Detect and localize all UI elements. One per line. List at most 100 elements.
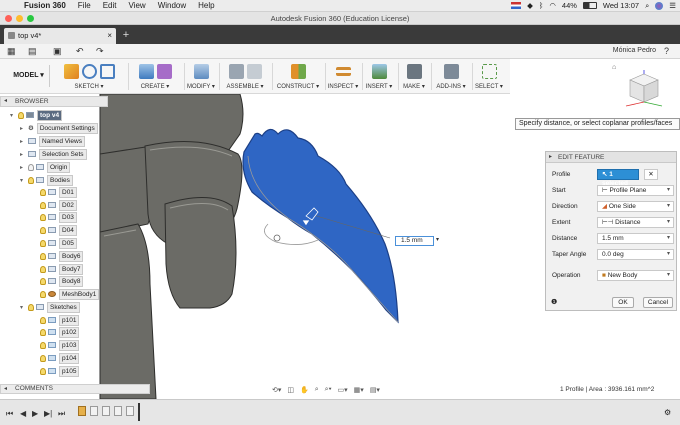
joint-icon[interactable] <box>246 63 262 79</box>
spotlight-icon[interactable]: ⌕ <box>645 1 649 11</box>
direction-select[interactable]: ◢ One Side ▾ <box>597 201 674 212</box>
press-pull-icon[interactable] <box>193 63 209 79</box>
offset-plane-icon[interactable] <box>290 63 306 79</box>
visibility-bulb-icon[interactable] <box>40 252 46 260</box>
zoom-icon[interactable]: ⌕ <box>315 386 319 394</box>
timeline-settings-icon[interactable]: ⚙ <box>664 408 671 417</box>
browser-header[interactable]: ◂ BROWSER <box>0 96 108 107</box>
visibility-bulb-icon[interactable] <box>40 201 46 209</box>
comments-panel[interactable]: ◂ COMMENTS <box>0 384 150 394</box>
look-at-icon[interactable]: ◫ <box>287 386 294 394</box>
timeline-previous-icon[interactable]: ◀ <box>20 409 26 418</box>
tree-document-settings[interactable]: ▸ ⚙ Document Settings <box>20 123 98 134</box>
inspect-group[interactable]: INSPECT ▾ <box>326 61 360 92</box>
redo-icon[interactable]: ↷ <box>96 46 104 57</box>
select-group[interactable]: SELECT ▾ <box>474 61 504 92</box>
orbit-icon[interactable]: ⟲▾ <box>272 386 281 394</box>
visibility-bulb-icon[interactable] <box>40 188 46 196</box>
taper-input[interactable]: 0.0 deg ▾ <box>597 249 674 260</box>
timeline-marker[interactable] <box>138 403 140 421</box>
timeline-last-icon[interactable]: ⏭ <box>58 409 65 419</box>
expand-arrow-icon[interactable]: ▾ <box>10 111 18 122</box>
timeline-feature[interactable] <box>102 406 110 416</box>
minimize-window-button[interactable] <box>16 15 23 22</box>
tree-bodies[interactable]: ▾ Bodies <box>20 175 73 186</box>
insert-group[interactable]: INSERT ▾ <box>364 61 394 92</box>
visibility-bulb-icon[interactable] <box>18 111 24 119</box>
tree-body-body6[interactable]: Body6 <box>40 251 84 262</box>
menu-app-name[interactable]: Fusion 360 <box>18 1 72 10</box>
assemble-group[interactable]: ASSEMBLE ▾ <box>222 61 268 92</box>
form-icon[interactable] <box>156 63 172 79</box>
create-group[interactable]: CREATE ▾ <box>132 61 178 92</box>
menu-view[interactable]: View <box>122 1 151 10</box>
clear-selection-icon[interactable]: ✕ <box>644 169 658 180</box>
edit-feature-header[interactable]: ▸ EDIT FEATURE <box>546 152 676 163</box>
visibility-bulb-icon[interactable] <box>28 163 34 171</box>
new-component-icon[interactable] <box>228 63 244 79</box>
tree-meshbody1[interactable]: MeshBody1 <box>40 289 100 300</box>
visibility-bulb-icon[interactable] <box>40 354 46 362</box>
app-grid-icon[interactable]: ▦ <box>7 46 16 57</box>
start-select[interactable]: ⊢ Profile Plane ▾ <box>597 185 674 196</box>
tree-body-body7[interactable]: Body7 <box>40 264 84 275</box>
notifications-icon[interactable]: ☰ <box>669 1 676 10</box>
display-settings-icon[interactable]: ▭▾ <box>338 386 348 394</box>
undo-icon[interactable]: ↶ <box>76 46 84 57</box>
tree-selection-sets[interactable]: ▸ Selection Sets <box>20 149 87 160</box>
tree-body-d03[interactable]: D03 <box>40 212 77 223</box>
make-group[interactable]: MAKE ▾ <box>400 61 428 92</box>
create-sketch-icon[interactable] <box>63 63 79 79</box>
timeline-feature[interactable] <box>78 406 86 416</box>
distance-input[interactable]: 1.5 mm ▾ <box>597 233 674 244</box>
pan-icon[interactable]: ✋ <box>300 386 309 394</box>
visibility-bulb-icon[interactable] <box>40 239 46 247</box>
viewcube[interactable] <box>622 66 666 110</box>
visibility-bulb-icon[interactable] <box>40 277 46 285</box>
visibility-bulb-icon[interactable] <box>40 290 46 298</box>
insert-image-icon[interactable] <box>371 63 387 79</box>
sketch-group[interactable]: SKETCH ▾ <box>58 61 120 92</box>
tree-origin[interactable]: ▸ Origin <box>20 162 71 173</box>
zoom-window-button[interactable] <box>27 15 34 22</box>
fit-icon[interactable]: ⌕▾ <box>325 386 332 394</box>
cancel-button[interactable]: Cancel <box>643 297 673 308</box>
modify-group[interactable]: MODIFY ▾ <box>187 61 215 92</box>
timeline-feature[interactable] <box>90 406 98 416</box>
tree-root[interactable]: ▾ top v4 <box>10 110 63 122</box>
expand-comments-icon[interactable]: ◂ <box>4 385 7 393</box>
viewports-icon[interactable]: ▤▾ <box>370 386 380 394</box>
menu-file[interactable]: File <box>72 1 97 10</box>
document-tab[interactable]: top v4* × <box>4 28 116 44</box>
tree-body-body8[interactable]: Body8 <box>40 276 84 287</box>
tree-body-d04[interactable]: D04 <box>40 225 77 236</box>
save-icon[interactable]: ▣ <box>53 46 62 57</box>
timeline-feature[interactable] <box>114 406 122 416</box>
tree-sketch-p104[interactable]: p104 <box>40 353 80 364</box>
scripts-icon[interactable] <box>443 63 459 79</box>
tree-body-d02[interactable]: D02 <box>40 200 77 211</box>
visibility-bulb-icon[interactable] <box>40 265 46 273</box>
close-tab-icon[interactable]: × <box>107 28 112 44</box>
file-menu-icon[interactable]: ▤ <box>28 46 37 57</box>
tree-sketch-p105[interactable]: p105 <box>40 366 80 377</box>
print-3d-icon[interactable] <box>406 63 422 79</box>
visibility-bulb-icon[interactable] <box>28 176 34 184</box>
operation-select[interactable]: ■ New Body ▾ <box>597 270 674 281</box>
select-icon[interactable] <box>481 63 497 79</box>
visibility-bulb-icon[interactable] <box>40 328 46 336</box>
workspace-switcher[interactable]: MODEL ▾ <box>8 65 50 87</box>
tree-body-d05[interactable]: D05 <box>40 238 77 249</box>
new-tab-button[interactable]: + <box>120 29 132 42</box>
rectangle-icon[interactable] <box>99 63 115 79</box>
dropbox-icon[interactable]: ◆ <box>527 1 533 10</box>
collapse-browser-icon[interactable]: ◂ <box>4 97 7 106</box>
menu-edit[interactable]: Edit <box>97 1 123 10</box>
add-ins-group[interactable]: ADD-INS ▾ <box>433 61 469 92</box>
spline-icon[interactable] <box>81 63 97 79</box>
tree-sketch-p103[interactable]: p103 <box>40 340 80 351</box>
ok-button[interactable]: OK <box>612 297 634 308</box>
visibility-bulb-icon[interactable] <box>28 303 34 311</box>
tree-sketch-p102[interactable]: p102 <box>40 327 80 338</box>
flag-icon[interactable] <box>511 2 522 9</box>
